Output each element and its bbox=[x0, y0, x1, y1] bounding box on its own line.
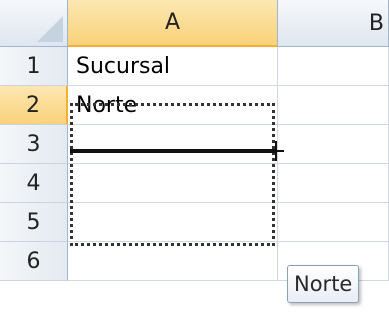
row-header-5[interactable]: 5 bbox=[0, 203, 68, 242]
select-all-triangle-icon bbox=[37, 16, 63, 42]
cell-b2[interactable] bbox=[278, 86, 389, 125]
select-all-corner[interactable] bbox=[0, 0, 68, 47]
cell-b5[interactable] bbox=[278, 203, 389, 242]
row-header-4[interactable]: 4 bbox=[0, 164, 68, 203]
row-header-1[interactable]: 1 bbox=[0, 47, 68, 86]
row-header-3[interactable]: 3 bbox=[0, 125, 68, 164]
fill-tooltip: Norte bbox=[287, 265, 360, 303]
cell-a5[interactable] bbox=[68, 203, 278, 242]
row-header-6[interactable]: 6 bbox=[0, 242, 68, 281]
column-header-a[interactable]: A bbox=[68, 0, 278, 47]
cell-a3[interactable] bbox=[68, 125, 278, 164]
spreadsheet-grid: A B 1 Sucursal 2 Norte 3 4 5 6 Norte bbox=[0, 0, 389, 316]
cell-a1[interactable]: Sucursal bbox=[68, 47, 278, 86]
cell-b1[interactable] bbox=[278, 47, 389, 86]
column-header-b[interactable]: B bbox=[278, 0, 389, 47]
cell-b3[interactable] bbox=[278, 125, 389, 164]
cell-a2[interactable]: Norte bbox=[68, 86, 278, 125]
cell-a4[interactable] bbox=[68, 164, 278, 203]
cell-a6[interactable] bbox=[68, 242, 278, 281]
row-header-2[interactable]: 2 bbox=[0, 86, 68, 125]
cell-b4[interactable] bbox=[278, 164, 389, 203]
